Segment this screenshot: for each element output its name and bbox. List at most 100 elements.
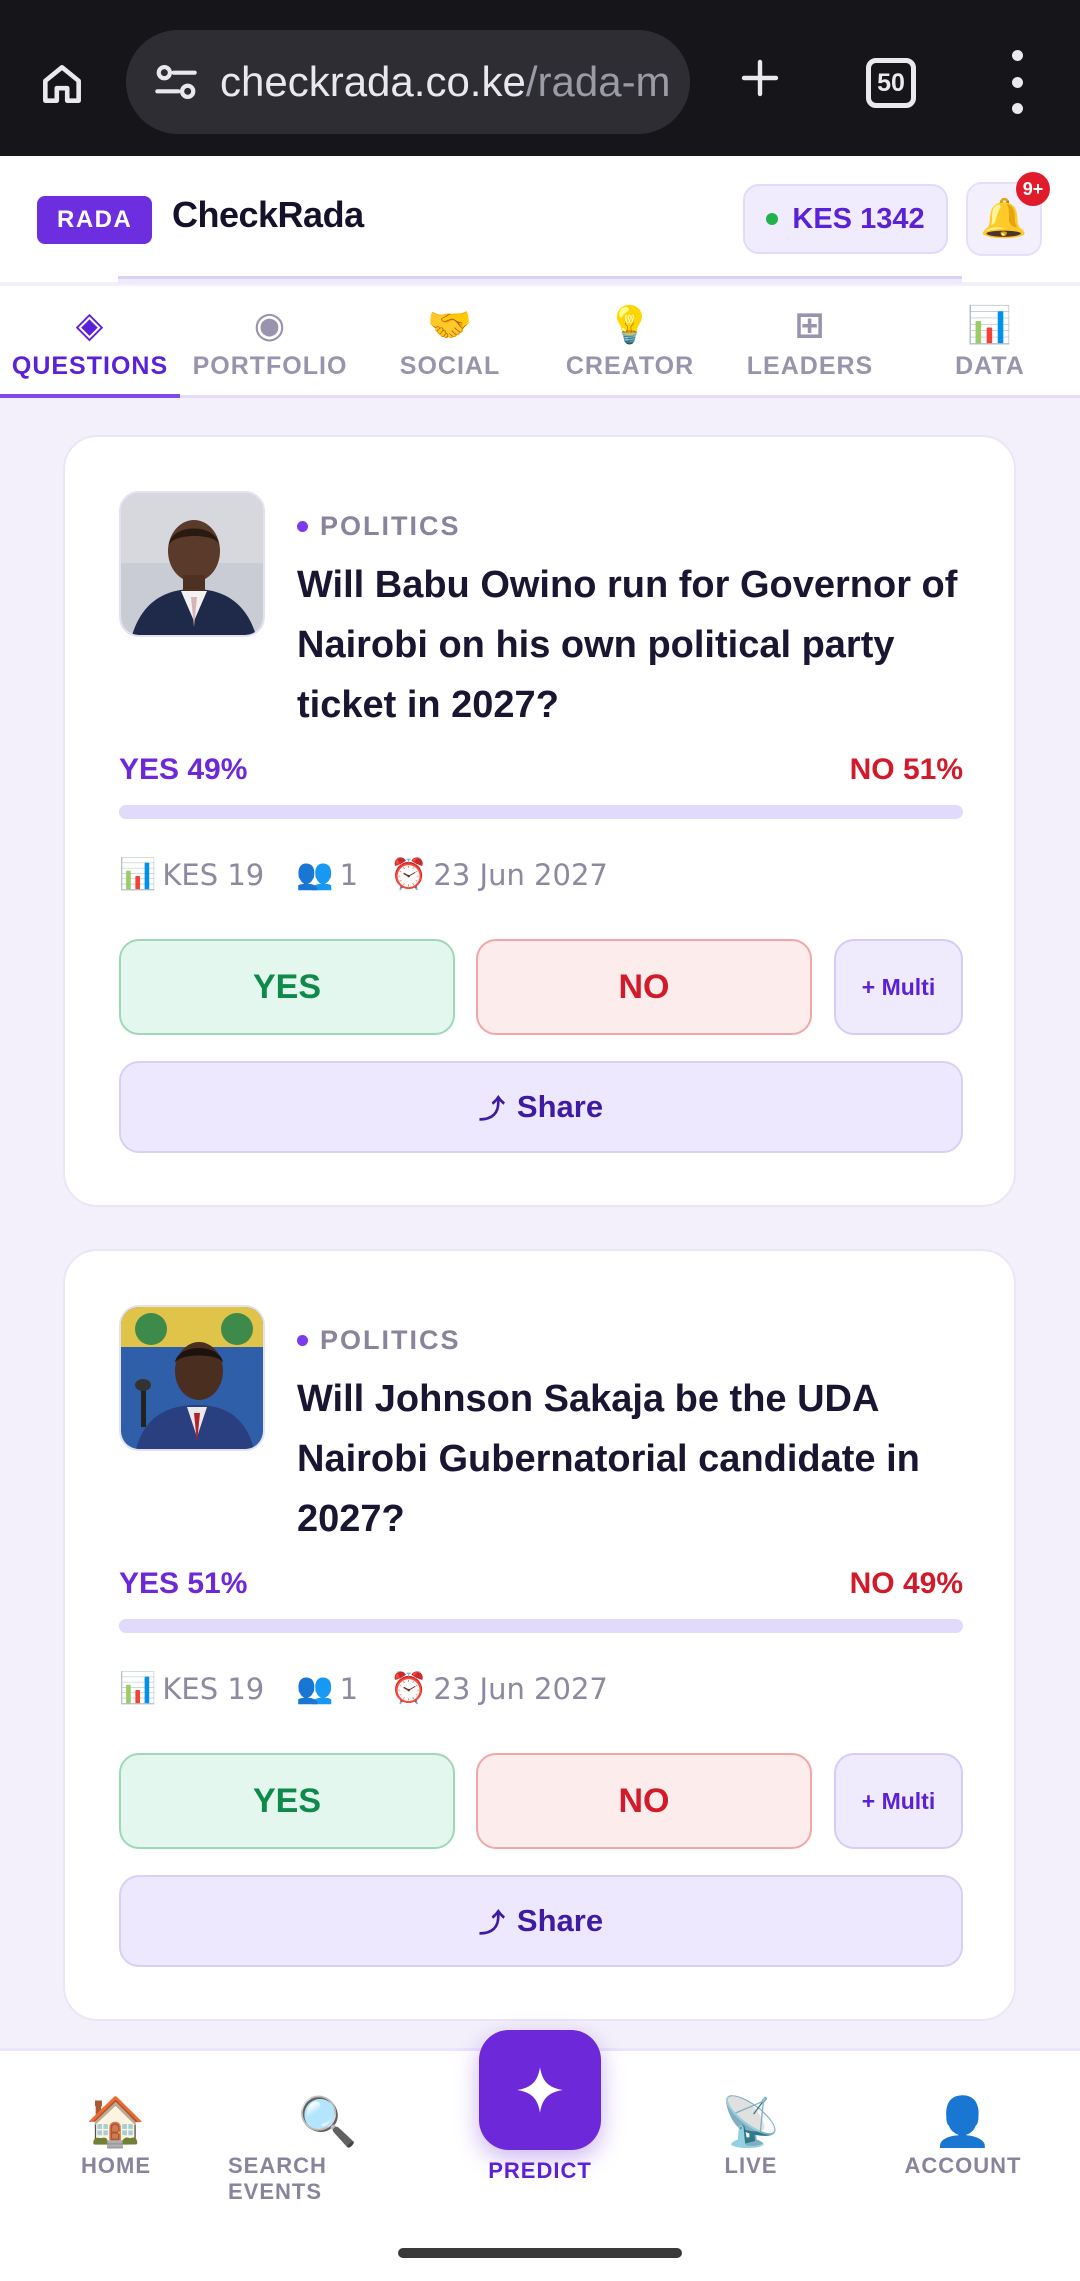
section-tabs: ◈ QUESTIONS ◉ PORTFOLIO 🤝 SOCIAL 💡 CREAT… bbox=[0, 286, 1080, 398]
house-icon: 🏠 bbox=[85, 2096, 147, 2149]
alarm-clock-icon: ⏰ bbox=[390, 1671, 428, 1706]
gesture-bar bbox=[0, 2220, 1080, 2281]
volume-stat: 📊 KES 19 bbox=[119, 857, 264, 892]
predict-label[interactable]: PREDICT bbox=[440, 2158, 640, 2184]
participants-stat: 👥 1 bbox=[296, 857, 358, 892]
question-meta: 📊 KES 19 👥 1 ⏰ 23 Jun 2027 bbox=[119, 1671, 640, 1706]
volume-value: KES 19 bbox=[162, 857, 265, 892]
site-settings-icon[interactable] bbox=[148, 54, 204, 110]
yes-percentage: YES 51% bbox=[119, 1567, 248, 1600]
deadline-stat: ⏰ 23 Jun 2027 bbox=[390, 1671, 608, 1706]
category-label: POLITICS bbox=[320, 511, 461, 541]
share-label: Share bbox=[516, 1089, 604, 1124]
question-card[interactable]: POLITICS Will Johnson Sakaja be the UDA … bbox=[63, 1249, 1016, 2021]
tab-label: QUESTIONS bbox=[11, 352, 169, 380]
question-title[interactable]: Will Johnson Sakaja be the UDA Nairobi G… bbox=[297, 1369, 987, 1549]
share-icon: ⤴ bbox=[478, 1093, 505, 1124]
bell-icon: 🔔 bbox=[980, 198, 1028, 240]
search-icon: 🔍 bbox=[297, 2096, 359, 2149]
odds-bar bbox=[119, 1619, 963, 1633]
tab-switcher-button[interactable]: 50 bbox=[866, 58, 916, 108]
deadline-value: 23 Jun 2027 bbox=[433, 857, 608, 892]
volume-stat: 📊 KES 19 bbox=[119, 1671, 264, 1706]
participants-value: 1 bbox=[339, 857, 359, 892]
brand-badge[interactable]: RADA bbox=[37, 196, 153, 244]
people-icon: 👥 bbox=[296, 1671, 334, 1706]
odds-bar-fill bbox=[119, 1619, 550, 1633]
app-header: RADA CheckRada KES 1342 🔔 9+ bbox=[0, 156, 1080, 284]
satellite-dish-icon: 📡 bbox=[720, 2096, 782, 2149]
tab-data[interactable]: 📊 DATA bbox=[900, 286, 1080, 395]
balance-amount: KES 1342 bbox=[792, 202, 925, 235]
no-button[interactable]: NO bbox=[476, 939, 812, 1035]
question-card[interactable]: POLITICS Will Babu Owino run for Governo… bbox=[63, 435, 1016, 1207]
share-button[interactable]: ⤴ Share bbox=[119, 1061, 963, 1153]
tab-label: CREATOR bbox=[565, 352, 695, 380]
odds-bar bbox=[119, 805, 963, 819]
bar-chart-icon: 📊 bbox=[967, 304, 1013, 345]
category-dot-icon bbox=[297, 1335, 308, 1346]
tab-leaders[interactable]: ⊞ LEADERS bbox=[720, 286, 900, 395]
nav-home[interactable]: 🏠 HOME bbox=[16, 2095, 216, 2179]
multi-button[interactable]: + Multi bbox=[834, 1753, 963, 1849]
new-tab-icon[interactable] bbox=[728, 46, 792, 110]
no-button[interactable]: NO bbox=[476, 1753, 812, 1849]
diamond-icon: ◈ bbox=[75, 304, 105, 345]
brand-name[interactable]: CheckRada bbox=[172, 194, 364, 236]
category-tag: POLITICS bbox=[297, 1325, 461, 1356]
wallet-balance[interactable]: KES 1342 bbox=[743, 184, 948, 254]
url-text: checkrada.co.ke/rada-m bbox=[220, 58, 690, 106]
address-bar[interactable]: checkrada.co.ke/rada-m bbox=[126, 30, 690, 134]
predict-button[interactable] bbox=[479, 2030, 601, 2150]
nav-label: ACCOUNT bbox=[904, 2153, 1022, 2178]
tab-label: SOCIAL bbox=[399, 352, 501, 380]
tab-portfolio[interactable]: ◉ PORTFOLIO bbox=[180, 286, 360, 395]
volume-value: KES 19 bbox=[162, 1671, 265, 1706]
notification-count-badge: 9+ bbox=[1016, 172, 1050, 206]
nav-label: HOME bbox=[81, 2153, 151, 2178]
tab-label: DATA bbox=[955, 352, 1025, 380]
nav-account[interactable]: 👤 ACCOUNT bbox=[863, 2095, 1063, 2179]
bar-chart-icon: 📊 bbox=[119, 1671, 157, 1706]
yes-percentage: YES 49% bbox=[119, 753, 248, 786]
question-thumbnail bbox=[119, 1305, 265, 1451]
deadline-value: 23 Jun 2027 bbox=[433, 1671, 608, 1706]
tab-questions[interactable]: ◈ QUESTIONS bbox=[0, 286, 180, 398]
lightbulb-icon: 💡 bbox=[607, 304, 653, 345]
tab-social[interactable]: 🤝 SOCIAL bbox=[360, 286, 540, 395]
nav-label: LIVE bbox=[724, 2153, 778, 2178]
multi-button[interactable]: + Multi bbox=[834, 939, 963, 1035]
nav-live[interactable]: 📡 LIVE bbox=[651, 2095, 851, 2179]
question-title[interactable]: Will Babu Owino run for Governor of Nair… bbox=[297, 555, 987, 735]
yes-button[interactable]: YES bbox=[119, 1753, 455, 1849]
nav-search-events[interactable]: 🔍 SEARCH EVENTS bbox=[228, 2095, 428, 2205]
odds-bar-fill bbox=[119, 805, 533, 819]
alarm-clock-icon: ⏰ bbox=[390, 857, 428, 892]
handshake-icon: 🤝 bbox=[427, 304, 473, 345]
participants-value: 1 bbox=[339, 1671, 359, 1706]
more-menu-icon[interactable] bbox=[999, 50, 1035, 114]
user-icon: 👤 bbox=[932, 2096, 994, 2149]
target-icon: ◉ bbox=[253, 304, 287, 345]
home-icon[interactable] bbox=[30, 52, 94, 116]
question-meta: 📊 KES 19 👥 1 ⏰ 23 Jun 2027 bbox=[119, 857, 640, 892]
yes-button[interactable]: YES bbox=[119, 939, 455, 1035]
url-path: /rada-m bbox=[525, 58, 671, 105]
people-icon: 👥 bbox=[296, 857, 334, 892]
no-percentage: NO 49% bbox=[849, 1567, 963, 1600]
share-label: Share bbox=[516, 1903, 604, 1938]
odds-labels: YES 49% NO 51% bbox=[119, 753, 963, 787]
online-dot-icon bbox=[766, 213, 779, 225]
category-dot-icon bbox=[297, 521, 308, 532]
participants-stat: 👥 1 bbox=[296, 1671, 358, 1706]
url-host: checkrada.co.ke bbox=[220, 58, 526, 105]
sparkle-icon bbox=[517, 2067, 563, 2113]
share-button[interactable]: ⤴ Share bbox=[119, 1875, 963, 1967]
odds-labels: YES 51% NO 49% bbox=[119, 1567, 963, 1601]
category-tag: POLITICS bbox=[297, 511, 461, 542]
grid-icon: ⊞ bbox=[794, 304, 826, 345]
bar-chart-icon: 📊 bbox=[119, 857, 157, 892]
browser-toolbar: checkrada.co.ke/rada-m 50 bbox=[0, 0, 1080, 156]
tab-label: LEADERS bbox=[746, 352, 874, 380]
tab-creator[interactable]: 💡 CREATOR bbox=[540, 286, 720, 395]
